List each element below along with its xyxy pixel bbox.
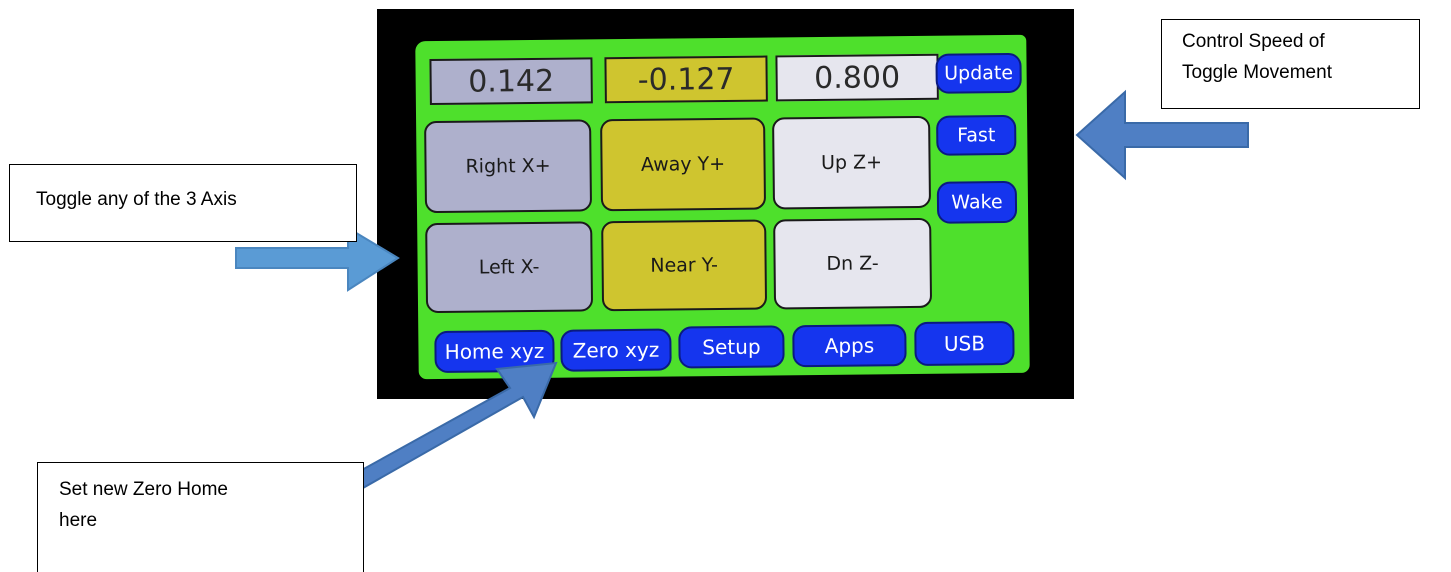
zero-home-callout: Set new Zero Home here <box>37 462 364 572</box>
axis-callout-text: Toggle any of the 3 Axis <box>36 189 237 210</box>
speed-callout-line2: Toggle Movement <box>1182 62 1332 83</box>
zero-home-callout-line2: here <box>59 510 98 531</box>
axis-callout: Toggle any of the 3 Axis <box>9 164 357 242</box>
zero-home-callout-line1: Set new Zero Home <box>59 479 228 500</box>
speed-callout-line1: Control Speed of <box>1182 31 1325 52</box>
zero-callout-arrow-icon <box>349 361 558 490</box>
speed-callout: Control Speed of Toggle Movement <box>1161 19 1420 109</box>
